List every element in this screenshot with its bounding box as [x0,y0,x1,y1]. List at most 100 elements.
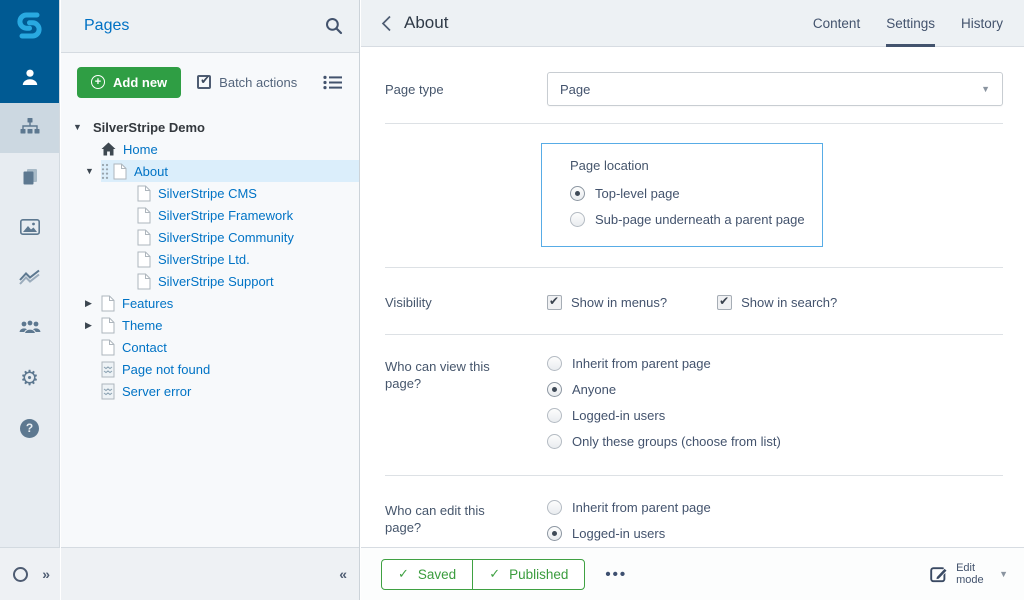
check-icon: ✓ [489,566,501,581]
settings-form: Page type Page ▼ Page location Top-level… [361,48,1024,547]
tree-row-theme[interactable]: ▶ Theme [61,314,359,336]
tab-content[interactable]: Content [813,0,860,47]
page-icon [137,229,151,246]
page-icon [137,251,151,268]
published-button[interactable]: ✓ Published [472,558,586,590]
nav-profile[interactable] [0,53,59,103]
tree-item-label: SilverStripe Support [158,273,274,289]
search-icon[interactable] [325,17,343,35]
can-view-row: Who can view this page? Inherit from par… [361,356,1024,449]
tree-item-label: Features [122,295,174,311]
tree-item-label: SilverStripe Community [158,229,294,245]
tree-row-contact[interactable]: Contact [61,336,359,358]
checkbox-show-in-menus[interactable]: Show in menus? [547,294,667,310]
gear-icon: ⚙ [20,366,39,390]
can-edit-row: Who can edit this page? Inherit from par… [361,500,1024,547]
tree-item-label: Server error [122,383,192,399]
silverstripe-admin: ⚙ ? » Pages + Add new ✔ Batch actions ▼ … [0,0,1024,600]
editor-header: About Content Settings History [361,0,1024,47]
tree-item-label: SilverStripe CMS [158,185,257,201]
chevron-down-icon: ▼ [999,569,1008,579]
broken-page-icon [101,361,115,378]
tab-history[interactable]: History [961,0,1003,47]
nav-pages[interactable] [0,103,59,153]
tree-toolbar: + Add new Batch actions [61,53,359,111]
checkbox-check-icon [197,73,212,89]
visibility-row: Visibility Show in menus? Show in search… [361,294,1024,311]
collapse-panel-button[interactable]: « [339,566,347,582]
nav-help[interactable]: ? [0,403,59,453]
check-icon: ✓ [398,566,409,581]
tree-item-label: About [134,163,168,179]
radio-view-inherit[interactable]: Inherit from parent page [547,356,1003,371]
preview-mode-toggle[interactable] [13,566,28,582]
expand-menu-button[interactable]: » [42,566,50,582]
collapse-arrow-icon[interactable]: ▼ [85,166,101,176]
tree-row-silverstripe-ltd[interactable]: SilverStripe Ltd. [61,248,359,270]
silverstripe-logo[interactable] [0,0,59,53]
page-icon [101,295,115,312]
divider [385,475,1003,476]
tree-row-about[interactable]: ▼ About [61,160,359,182]
tree-row-home[interactable]: Home [61,138,359,160]
divider [385,267,1003,268]
page-location-fieldset: Page location Top-level page Sub-page un… [541,143,823,247]
nav-settings[interactable]: ⚙ [0,353,59,403]
tree-row-silverstripe-framework[interactable]: SilverStripe Framework [61,204,359,226]
tree-bottom-bar: « [61,547,359,600]
drag-handle-icon[interactable] [101,163,109,180]
people-group-icon [19,319,41,337]
tree-row-silverstripe-cms[interactable]: SilverStripe CMS [61,182,359,204]
image-icon [19,218,40,238]
add-new-button[interactable]: + Add new [77,66,182,98]
saved-button[interactable]: ✓ Saved [381,558,474,590]
more-actions-button[interactable]: ••• [605,566,627,583]
expand-arrow-icon[interactable]: ▶ [85,320,101,331]
radio-top-level-page[interactable]: Top-level page [570,186,812,201]
chevron-left-icon [381,15,391,31]
radio-icon [570,186,585,201]
nav-files[interactable] [0,153,59,203]
tree-item-label: SilverStripe Demo [93,119,205,135]
nav-images[interactable] [0,203,59,253]
page-type-value: Page [560,81,591,97]
radio-view-anyone[interactable]: Anyone [547,382,1003,397]
collapse-arrow-icon[interactable]: ▼ [73,122,89,132]
edit-mode-label: Edit mode [956,562,984,586]
page-icon [113,163,127,180]
radio-edit-inherit[interactable]: Inherit from parent page [547,500,1003,515]
nav-reports[interactable] [0,253,59,303]
edit-mode-button[interactable]: Edit mode ▼ [930,562,1008,586]
radio-view-logged-in[interactable]: Logged-in users [547,408,1003,423]
tree-row-page-not-found[interactable]: Page not found [61,358,359,380]
list-view-toggle[interactable] [323,75,343,90]
radio-edit-logged-in[interactable]: Logged-in users [547,526,1003,541]
page-tree: ▼ SilverStripe Demo Home ▼ About SilverS… [61,111,359,402]
page-icon [137,207,151,224]
checkbox-icon [547,294,562,310]
tree-item-label: Theme [122,317,163,333]
checkbox-show-in-search[interactable]: Show in search? [717,294,837,310]
batch-actions-button[interactable]: Batch actions [197,73,297,90]
panel-title: Pages [84,17,130,34]
can-view-label: Who can view this page? [385,359,490,391]
nav-security[interactable] [0,303,59,353]
tab-settings[interactable]: Settings [886,0,935,47]
tree-row-silverstripe-support[interactable]: SilverStripe Support [61,270,359,292]
back-button[interactable] [377,11,396,36]
tree-row-root[interactable]: ▼ SilverStripe Demo [61,116,359,138]
tree-item-label: SilverStripe Framework [158,207,294,223]
files-icon [21,168,39,189]
tree-row-silverstripe-community[interactable]: SilverStripe Community [61,226,359,248]
selected-row-highlight: About [101,160,359,182]
tree-row-server-error[interactable]: Server error [61,380,359,402]
tree-row-features[interactable]: ▶ Features [61,292,359,314]
page-type-select[interactable]: Page ▼ [547,72,1003,106]
radio-sub-page[interactable]: Sub-page underneath a parent page [570,212,812,227]
help-icon: ? [20,418,39,438]
radio-view-only-groups[interactable]: Only these groups (choose from list) [547,434,1003,449]
expand-arrow-icon[interactable]: ▶ [85,298,101,309]
editor-panel: About Content Settings History Page type… [361,0,1024,600]
silverstripe-logo-icon [16,10,43,44]
chevron-down-icon: ▼ [981,84,990,94]
